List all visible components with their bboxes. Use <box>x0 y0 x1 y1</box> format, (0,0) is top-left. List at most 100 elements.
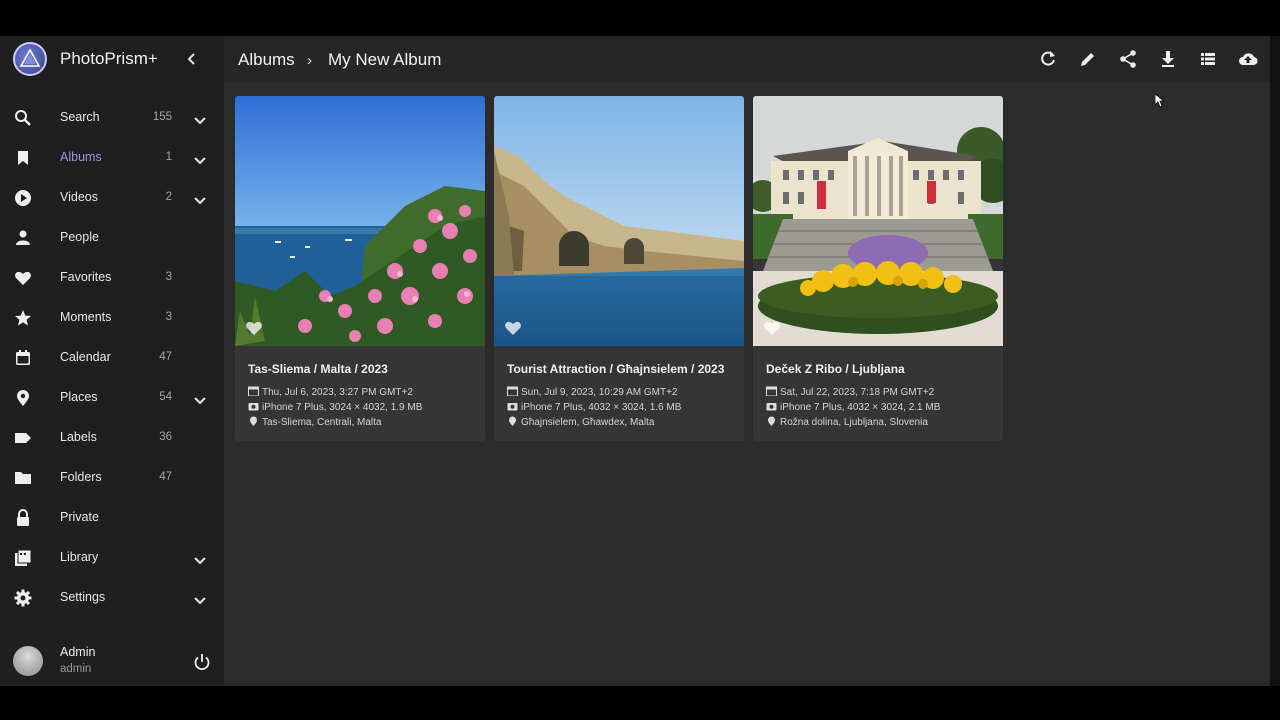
photo-date-text: Sat, Jul 22, 2023, 7:18 PM GMT+2 <box>780 387 935 398</box>
collapse-sidebar-chevron-left-icon[interactable] <box>184 49 200 69</box>
play-circle-icon <box>14 189 32 207</box>
download-icon[interactable] <box>1158 49 1178 69</box>
mouse-cursor-icon <box>1155 94 1165 108</box>
sidebar-item-label: Videos <box>60 190 98 204</box>
sidebar-item-library[interactable]: Library <box>0 538 224 578</box>
breadcrumb-albums-link[interactable]: Albums <box>238 50 295 70</box>
photo-location: Għajnsielem, Għawdex, Malta <box>507 416 654 428</box>
sidebar-item-settings[interactable]: Settings <box>0 578 224 618</box>
photo-location-text[interactable]: Għajnsielem, Għawdex, Malta <box>521 417 654 428</box>
sidebar-item-labels[interactable]: Labels 36 <box>0 418 224 458</box>
photo-title[interactable]: Deček Z Ribo / Ljubljana <box>766 362 905 376</box>
sidebar-item-count: 3 <box>165 311 172 323</box>
photo-title[interactable]: Tas-Sliema / Malta / 2023 <box>248 362 388 376</box>
refresh-icon[interactable] <box>1038 49 1058 69</box>
sidebar: PhotoPrism+ Search 155 Albums 1 Videos 2… <box>0 36 224 686</box>
list-view-icon[interactable] <box>1198 49 1218 69</box>
sidebar-item-label: Private <box>60 510 99 524</box>
lock-icon <box>14 509 32 527</box>
sidebar-item-label: Settings <box>60 590 106 604</box>
photo-date-text: Thu, Jul 6, 2023, 3:27 PM GMT+2 <box>262 387 413 398</box>
sidebar-item-private[interactable]: Private <box>0 498 224 538</box>
photo-thumbnail[interactable] <box>753 96 1003 346</box>
photo-location: Rožna dolina, Ljubljana, Slovenia <box>766 416 928 428</box>
sidebar-item-moments[interactable]: Moments 3 <box>0 298 224 338</box>
sidebar-item-people[interactable]: People <box>0 218 224 258</box>
photo-location-text[interactable]: Tas-Sliema, Centrali, Malta <box>262 417 381 428</box>
favorite-heart-icon[interactable] <box>245 320 263 336</box>
chevron-down-icon[interactable] <box>194 393 206 405</box>
photo-camera: iPhone 7 Plus, 4032 × 3024, 1.6 MB <box>507 401 681 413</box>
sidebar-item-count: 3 <box>165 271 172 283</box>
map-pin-icon <box>766 416 777 426</box>
chevron-down-icon[interactable] <box>194 593 206 605</box>
user-login-name: admin <box>60 663 92 675</box>
favorite-heart-icon[interactable] <box>504 320 522 336</box>
sidebar-item-count: 1 <box>165 151 172 163</box>
gear-icon <box>14 589 32 607</box>
bookmark-icon <box>14 149 32 167</box>
sidebar-item-label: Calendar <box>60 350 111 364</box>
photoprism-logo[interactable] <box>13 42 47 76</box>
share-icon[interactable] <box>1118 49 1138 69</box>
photo-thumbnail[interactable] <box>494 96 744 346</box>
app-name: PhotoPrism+ <box>60 49 158 68</box>
chevron-down-icon[interactable] <box>194 113 206 125</box>
person-icon <box>14 229 32 247</box>
camera-icon <box>507 401 518 411</box>
photo-date-text: Sun, Jul 9, 2023, 10:29 AM GMT+2 <box>521 387 678 398</box>
favorite-heart-icon[interactable] <box>763 320 781 336</box>
sidebar-item-label: Library <box>60 550 99 564</box>
calendar-icon <box>507 386 518 397</box>
sidebar-item-videos[interactable]: Videos 2 <box>0 178 224 218</box>
map-pin-icon <box>507 416 518 426</box>
photo-thumbnail[interactable] <box>235 96 485 346</box>
photo-title[interactable]: Tourist Attraction / Għajnsielem / 2023 <box>507 362 724 376</box>
scrollbar[interactable] <box>1270 36 1280 686</box>
photo-card[interactable]: Deček Z Ribo / Ljubljana Sat, Jul 22, 20… <box>753 96 1003 441</box>
user-account[interactable]: Admin admin <box>0 640 224 686</box>
upload-cloud-icon[interactable] <box>1238 49 1258 69</box>
app-window: PhotoPrism+ Search 155 Albums 1 Videos 2… <box>0 36 1270 686</box>
chevron-down-icon[interactable] <box>194 553 206 565</box>
sidebar-item-favorites[interactable]: Favorites 3 <box>0 258 224 298</box>
photo-location-text[interactable]: Rožna dolina, Ljubljana, Slovenia <box>780 417 928 428</box>
edit-icon[interactable] <box>1078 49 1098 69</box>
sidebar-item-label: Favorites <box>60 270 112 284</box>
chevron-down-icon[interactable] <box>194 193 206 205</box>
calendar-icon <box>248 386 259 397</box>
sidebar-item-label: Places <box>60 390 98 404</box>
power-logout-icon[interactable] <box>193 653 211 671</box>
map-pin-icon <box>248 416 259 426</box>
photo-camera-text: iPhone 7 Plus, 4032 × 3024, 1.6 MB <box>521 402 682 413</box>
sidebar-item-calendar[interactable]: Calendar 47 <box>0 338 224 378</box>
sidebar-item-label: People <box>60 230 99 244</box>
photo-card[interactable]: Tourist Attraction / Għajnsielem / 2023 … <box>494 96 744 441</box>
calendar-icon <box>766 386 777 397</box>
map-pin-icon <box>14 389 32 407</box>
chevron-down-icon[interactable] <box>194 153 206 165</box>
sidebar-item-count: 54 <box>159 391 172 403</box>
calendar-icon <box>14 349 32 367</box>
library-icon <box>14 549 32 567</box>
page-title: My New Album <box>328 50 442 69</box>
avatar[interactable] <box>13 646 43 676</box>
photo-card[interactable]: Tas-Sliema / Malta / 2023 Thu, Jul 6, 20… <box>235 96 485 441</box>
photo-camera: iPhone 7 Plus, 3024 × 4032, 1.9 MB <box>248 401 422 413</box>
star-icon <box>14 309 32 327</box>
search-icon <box>14 109 32 127</box>
sidebar-item-folders[interactable]: Folders 47 <box>0 458 224 498</box>
sidebar-item-count: 2 <box>165 191 172 203</box>
user-display-name: Admin <box>60 645 96 659</box>
sidebar-item-label: Search <box>60 110 100 124</box>
brand: PhotoPrism+ <box>0 36 224 82</box>
sidebar-item-search[interactable]: Search 155 <box>0 98 224 138</box>
sidebar-item-count: 36 <box>159 431 172 443</box>
breadcrumb-separator: › <box>307 52 312 69</box>
sidebar-item-label: Albums <box>60 150 102 164</box>
sidebar-item-label: Folders <box>60 470 102 484</box>
photo-camera: iPhone 7 Plus, 4032 × 3024, 2.1 MB <box>766 401 940 413</box>
sidebar-item-places[interactable]: Places 54 <box>0 378 224 418</box>
sidebar-item-albums[interactable]: Albums 1 <box>0 138 224 178</box>
heart-icon <box>14 269 32 287</box>
